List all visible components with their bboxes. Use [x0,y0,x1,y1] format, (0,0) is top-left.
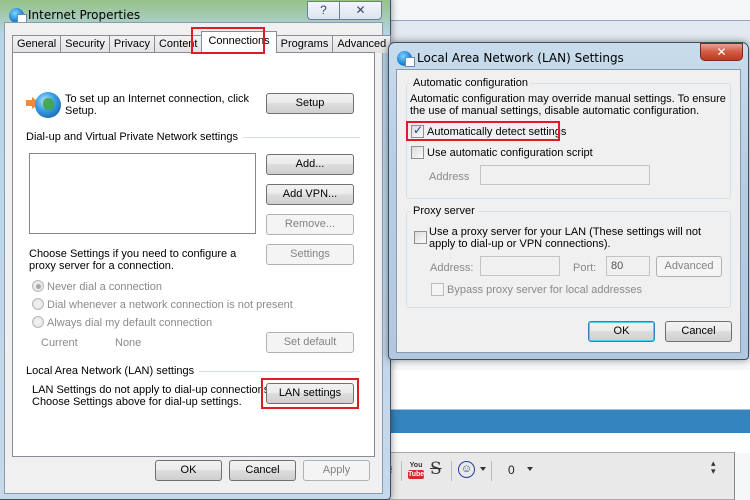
auto-detect-checkbox[interactable] [411,123,424,138]
tab-programs[interactable]: Programs [275,35,334,53]
auto-script-label: Use automatic configuration script [427,147,593,159]
settings-button[interactable]: Settings [266,244,354,265]
auto-detect-label: Automatically detect settings [427,126,567,138]
lan-description-line1: LAN Settings do not apply to dial-up con… [32,384,273,396]
radio-never-dial[interactable] [32,280,44,292]
background-header-band [380,20,750,44]
current-value: None [115,337,142,349]
auto-config-description: Automatic configuration may override man… [410,93,726,117]
set-default-button[interactable]: Set default [266,332,354,353]
add-vpn-button[interactable]: Add VPN... [266,184,354,205]
script-address-input[interactable] [480,165,650,185]
lan-cancel-button[interactable]: Cancel [665,321,732,342]
lan-window-title: Local Area Network (LAN) Settings [417,51,624,65]
smiley-icon[interactable]: ☺ [458,461,475,478]
port-label: Port: [573,262,597,274]
smiley-dropdown-caret-icon[interactable] [480,467,486,471]
remove-button[interactable]: Remove... [266,214,354,235]
attachment-dropdown-caret-icon[interactable] [527,467,533,471]
lan-settings-window: Local Area Network (LAN) Settings ✕ Auto… [388,42,749,360]
cancel-button[interactable]: Cancel [229,460,296,481]
setup-description: To set up an Internet connection, click … [65,93,250,117]
editor-toolbar: # You Tube S ☺ 0 ▴▾ [380,452,735,500]
use-proxy-label: Use a proxy server for your LAN (These s… [429,226,702,250]
lan-close-button[interactable]: ✕ [700,43,743,61]
expand-collapse-icon[interactable]: ▴ ▾ [711,459,716,476]
add-button[interactable]: Add... [266,154,354,175]
port-input[interactable]: 80 [606,256,650,276]
script-address-label: Address [429,171,470,183]
background-white-area [380,433,750,453]
toolbar-separator [451,461,452,481]
lan-description-line2: Choose Settings above for dial-up settin… [32,396,242,408]
dialup-group-label: Dial-up and Virtual Private Network sett… [26,131,243,143]
attachment-icon[interactable]: 0 [508,463,515,477]
tab-advanced[interactable]: Advanced [332,35,392,53]
tab-connections[interactable]: Connections [201,31,277,53]
use-proxy-checkbox[interactable] [414,231,427,244]
connections-panel: To set up an Internet connection, click … [12,52,375,457]
lan-group-label: Local Area Network (LAN) settings [26,365,200,377]
lan-ok-button[interactable]: OK [588,321,655,342]
internet-properties-window: Internet Properties ? ✕ General Security… [0,0,392,500]
bypass-label: Bypass proxy server for local addresses [447,284,643,296]
lan-settings-icon [397,51,415,67]
lan-settings-body: Automatic configuration Automatic config… [396,69,741,353]
window-title: Internet Properties [28,8,141,22]
lan-settings-button[interactable]: LAN settings [266,383,354,404]
radio-always-dial[interactable] [32,316,44,328]
bypass-checkbox[interactable] [431,283,444,296]
youtube-icon[interactable]: You Tube [408,461,424,481]
background-stripe [380,370,750,410]
advanced-button[interactable]: Advanced [656,256,722,277]
internet-properties-body: General Security Privacy Content Connect… [4,22,392,494]
radio-dial-whenever[interactable] [32,298,44,310]
background-blue-bar [380,410,750,433]
current-label: Current [41,337,78,349]
tab-strip: General Security Privacy Content Connect… [12,31,392,53]
auto-script-checkbox[interactable] [411,146,424,159]
radio-dial-whenever-label: Dial whenever a network connection is no… [47,299,293,311]
proxy-description: Choose Settings if you need to configure… [29,248,237,272]
radio-always-dial-label: Always dial my default connection [47,317,213,329]
strikethrough-icon[interactable]: S [430,459,442,479]
connections-listbox[interactable] [29,153,256,234]
radio-never-dial-label: Never dial a connection [47,281,162,293]
help-button[interactable]: ? [307,1,339,20]
proxy-address-label: Address: [430,262,474,274]
toolbar-separator [491,461,492,481]
globe-icon [35,92,61,118]
tab-security[interactable]: Security [60,35,110,53]
apply-button[interactable]: Apply [303,460,370,481]
proxy-server-legend: Proxy server [410,205,478,217]
tab-general[interactable]: General [12,35,62,53]
internet-properties-icon [9,8,27,24]
auto-config-legend: Automatic configuration [410,77,531,89]
toolbar-separator [401,461,402,481]
ok-button[interactable]: OK [155,460,222,481]
tab-privacy[interactable]: Privacy [108,35,155,53]
tab-content[interactable]: Content [153,35,203,53]
setup-button[interactable]: Setup [266,93,354,114]
close-button[interactable]: ✕ [339,1,382,20]
proxy-address-input[interactable] [480,256,560,276]
